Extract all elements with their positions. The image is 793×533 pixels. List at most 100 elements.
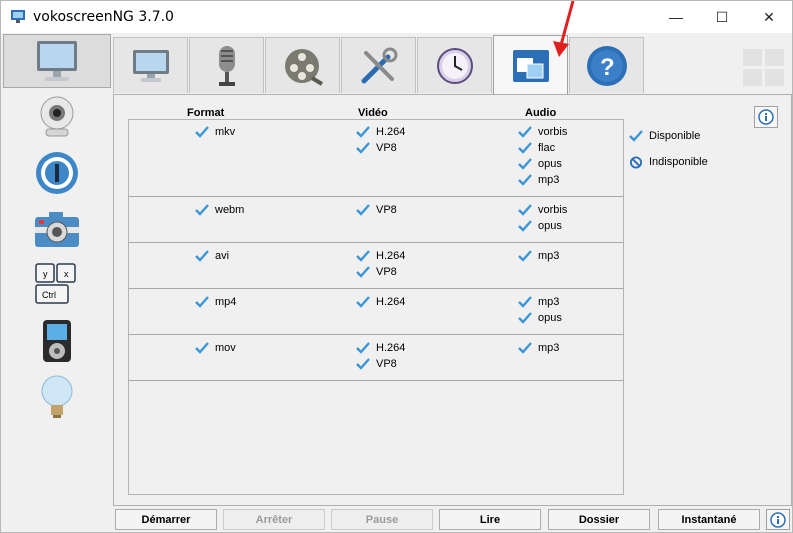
stop-button[interactable]: Arrêter	[223, 509, 325, 530]
check-icon	[629, 130, 643, 142]
sidebar-item-snapshot[interactable]	[3, 202, 111, 256]
audio-item: mp3	[518, 172, 567, 188]
audio-item: vorbis	[518, 202, 567, 218]
video-cell: H.264 VP8	[356, 124, 405, 156]
format-item: mkv	[195, 124, 235, 140]
tab-tools[interactable]	[341, 37, 416, 93]
shortcut-keys-icon: y x Ctrl	[35, 263, 76, 304]
key-ctrl-label: Ctrl	[42, 290, 56, 300]
video-item: VP8	[356, 202, 397, 218]
audio-item: mp3	[518, 294, 562, 310]
audio-label: flac	[538, 142, 556, 154]
play-button[interactable]: Lire	[439, 509, 541, 530]
formats-panel: Format Vidéo Audio mkv H.264 VP8 vorbis flac…	[113, 94, 792, 506]
formats-table: mkv H.264 VP8 vorbis flac opus mp3 webm VP8 vorbi…	[128, 119, 624, 495]
windows-logo-icon	[743, 49, 784, 86]
audio-item: opus	[518, 156, 567, 172]
check-icon	[195, 342, 209, 354]
format-cell: mkv	[195, 124, 235, 140]
svg-text:?: ?	[600, 54, 615, 81]
tab-screencast[interactable]	[113, 37, 188, 93]
video-cell: H.264 VP8	[356, 248, 405, 280]
check-icon	[195, 250, 209, 262]
video-item: H.264	[356, 248, 405, 264]
format-row: webm VP8 vorbis opus	[129, 198, 623, 243]
audio-cell: mp3	[518, 248, 559, 264]
check-icon	[356, 296, 370, 308]
sidebar-item-about[interactable]	[3, 370, 111, 424]
check-icon	[356, 204, 370, 216]
video-cell: H.264	[356, 294, 405, 310]
check-icon	[195, 204, 209, 216]
check-icon	[518, 158, 532, 170]
clock-icon	[436, 47, 473, 84]
folder-button[interactable]: Dossier	[548, 509, 650, 530]
video-cell: H.264 VP8	[356, 340, 405, 372]
windows-icon	[512, 49, 549, 82]
legend-unavailable-label: Indisponible	[649, 156, 708, 168]
audio-label: mp3	[538, 250, 560, 262]
audio-label: mp3	[538, 296, 560, 308]
video-item: VP8	[356, 264, 405, 280]
sidebar-item-player[interactable]	[3, 314, 111, 368]
check-icon	[518, 220, 532, 232]
title-bar: vokoscreenNG 3.7.0 — ☐ ✕	[1, 1, 792, 33]
close-button[interactable]: ✕	[746, 1, 792, 33]
help-icon: ?	[586, 45, 627, 86]
minimize-button[interactable]: —	[653, 1, 699, 33]
sidebar-item-screencast[interactable]	[3, 34, 111, 88]
tab-help[interactable]: ?	[569, 37, 644, 93]
panel-info-button[interactable]	[754, 106, 778, 128]
video-label: H.264	[376, 296, 406, 308]
prohibited-icon	[629, 155, 643, 169]
microphone-icon	[218, 45, 235, 86]
start-button[interactable]: Démarrer	[115, 509, 217, 530]
audio-cell: vorbis flac opus mp3	[518, 124, 567, 188]
audio-item: mp3	[518, 340, 559, 356]
app-icon	[11, 10, 25, 23]
maximize-button[interactable]: ☐	[699, 1, 745, 33]
window-title: vokoscreenNG 3.7.0	[33, 9, 174, 25]
header-audio: Audio	[525, 107, 557, 119]
check-icon	[356, 142, 370, 154]
main-window: vokoscreenNG 3.7.0 — ☐ ✕ y x Ctrl ? Form…	[0, 0, 793, 533]
video-item: H.264	[356, 340, 405, 356]
pause-button[interactable]: Pause	[331, 509, 433, 530]
video-label: H.264	[376, 342, 406, 354]
legend: Disponible Indisponible	[629, 128, 708, 170]
audio-cell: vorbis opus	[518, 202, 567, 234]
check-icon	[518, 204, 532, 216]
sidebar: y x Ctrl	[1, 34, 113, 434]
legend-available: Disponible	[629, 128, 708, 144]
tools-icon	[361, 47, 397, 83]
camera-icon	[35, 212, 79, 247]
format-item: avi	[195, 248, 229, 264]
tab-video[interactable]	[265, 37, 340, 93]
sidebar-item-shortcuts[interactable]: y x Ctrl	[3, 258, 111, 312]
format-label: mov	[215, 342, 236, 354]
format-row: mkv H.264 VP8 vorbis flac opus mp3	[129, 120, 623, 197]
audio-label: opus	[538, 158, 562, 170]
video-item: H.264	[356, 294, 405, 310]
audio-cell: mp3 opus	[518, 294, 562, 326]
tab-audio[interactable]	[189, 37, 264, 93]
bottom-info-button[interactable]	[766, 509, 790, 530]
video-label: H.264	[376, 250, 406, 262]
check-icon	[195, 296, 209, 308]
audio-cell: mp3	[518, 340, 559, 356]
format-label: avi	[215, 250, 230, 262]
media-player-icon	[43, 320, 71, 362]
check-icon	[356, 126, 370, 138]
format-item: mov	[195, 340, 236, 356]
check-icon	[518, 126, 532, 138]
audio-label: vorbis	[538, 126, 568, 138]
tab-timer[interactable]	[417, 37, 492, 93]
check-icon	[356, 250, 370, 262]
format-cell: mov	[195, 340, 236, 356]
format-item: mp4	[195, 294, 236, 310]
audio-label: opus	[538, 312, 562, 324]
sidebar-item-magnifier[interactable]	[3, 146, 111, 200]
magnifier-icon	[36, 152, 78, 194]
sidebar-item-webcam[interactable]	[3, 90, 111, 144]
snapshot-button[interactable]: Instantané	[658, 509, 760, 530]
